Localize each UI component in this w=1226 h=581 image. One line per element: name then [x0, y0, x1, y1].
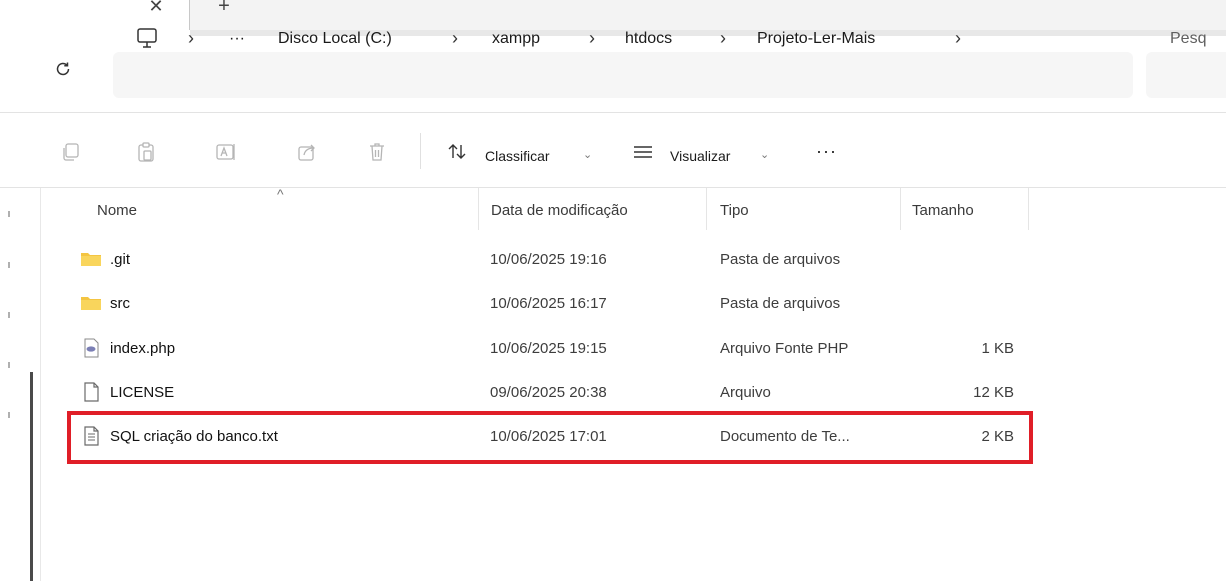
refresh-icon[interactable]: [52, 60, 74, 84]
this-pc-icon[interactable]: [136, 26, 158, 50]
nav-tree-marker: [8, 312, 10, 318]
file-date: 10/06/2025 16:17: [490, 295, 607, 312]
copy-icon[interactable]: [60, 141, 82, 163]
file-type: Pasta de arquivos: [720, 251, 841, 268]
breadcrumb-xampp[interactable]: xampp: [492, 30, 540, 48]
chevron-down-icon[interactable]: ⌄: [760, 148, 769, 161]
breadcrumb-disco-local[interactable]: Disco Local (C:): [278, 30, 392, 48]
blank-file-icon: [84, 382, 99, 402]
breadcrumb-htdocs[interactable]: htdocs: [625, 30, 672, 48]
toolbar-divider: [0, 187, 1226, 188]
file-name: index.php: [110, 340, 176, 357]
search-input-placeholder[interactable]: Pesq: [1170, 30, 1206, 48]
more-options-icon[interactable]: ···: [816, 141, 837, 162]
chevron-down-icon[interactable]: ⌄: [583, 148, 592, 161]
nav-tree-marker: [8, 412, 10, 418]
paste-icon[interactable]: [135, 141, 157, 163]
highlight-box: [67, 411, 1033, 464]
tab-strip: ✕ +: [0, 0, 1226, 36]
close-tab-icon[interactable]: ✕: [146, 0, 166, 17]
address-row: [0, 36, 1226, 112]
column-header-name[interactable]: Nome: [97, 202, 137, 219]
file-type: Arquivo: [720, 384, 771, 401]
column-header-date[interactable]: Data de modificação: [491, 202, 628, 219]
folder-icon: [81, 253, 101, 266]
file-row-index-php[interactable]: index.php 10/06/2025 19:15 Arquivo Fonte…: [70, 327, 1030, 371]
search-box[interactable]: [1146, 52, 1226, 98]
sort-icon[interactable]: [446, 141, 468, 163]
toolbar-separator: [420, 133, 421, 169]
nav-tree-marker: [8, 262, 10, 268]
file-type: Arquivo Fonte PHP: [720, 340, 849, 357]
breadcrumb-chevron-icon[interactable]: ›: [720, 28, 726, 49]
rename-icon[interactable]: [215, 141, 237, 163]
nav-tree-marker: [8, 211, 10, 217]
file-name: LICENSE: [110, 384, 175, 401]
address-bar[interactable]: [113, 52, 1133, 98]
file-name: .git: [110, 251, 131, 268]
file-date: 10/06/2025 19:15: [490, 340, 607, 357]
file-row-license[interactable]: LICENSE 09/06/2025 20:38 Arquivo 12 KB: [70, 371, 1030, 415]
column-divider[interactable]: [1028, 188, 1029, 230]
file-date: 10/06/2025 19:16: [490, 251, 607, 268]
column-divider[interactable]: [706, 188, 707, 230]
column-divider[interactable]: [478, 188, 479, 230]
breadcrumb-chevron-icon[interactable]: ›: [955, 28, 961, 49]
nav-tree-marker: [8, 362, 10, 368]
folder-icon: [81, 297, 101, 310]
file-size: 1 KB: [981, 340, 1014, 357]
file-size: 12 KB: [973, 384, 1014, 401]
share-icon[interactable]: [296, 141, 318, 163]
column-header-type[interactable]: Tipo: [720, 202, 749, 219]
column-divider[interactable]: [900, 188, 901, 230]
breadcrumb-chevron-icon[interactable]: ›: [589, 28, 595, 49]
file-row-src[interactable]: src 10/06/2025 16:17 Pasta de arquivos: [70, 282, 1030, 326]
file-name: src: [110, 295, 130, 312]
sort-ascending-icon: ^: [277, 186, 284, 202]
column-header-size[interactable]: Tamanho: [912, 202, 974, 219]
view-icon[interactable]: [632, 141, 654, 163]
sort-button[interactable]: Classificar: [485, 148, 550, 164]
breadcrumb-overflow[interactable]: ···: [229, 30, 245, 48]
view-button[interactable]: Visualizar: [670, 148, 730, 164]
breadcrumb-projeto-ler-mais[interactable]: Projeto-Ler-Mais: [757, 30, 875, 48]
breadcrumb-chevron-icon[interactable]: ›: [188, 28, 194, 49]
tab-separator: [189, 0, 190, 30]
new-tab-icon[interactable]: +: [214, 0, 234, 18]
delete-icon[interactable]: [366, 141, 388, 163]
file-date: 09/06/2025 20:38: [490, 384, 607, 401]
php-file-icon: [84, 338, 99, 358]
file-type: Pasta de arquivos: [720, 295, 841, 312]
breadcrumb-chevron-icon[interactable]: ›: [452, 28, 458, 49]
command-bar: Classificar ⌄ Visualizar ⌄ ···: [0, 113, 1226, 187]
file-row-git[interactable]: .git 10/06/2025 19:16 Pasta de arquivos: [70, 238, 1030, 282]
navigation-pane-scrollbar[interactable]: [30, 372, 33, 581]
navigation-pane-edge: [40, 188, 41, 581]
active-tab[interactable]: ✕: [0, 0, 190, 36]
